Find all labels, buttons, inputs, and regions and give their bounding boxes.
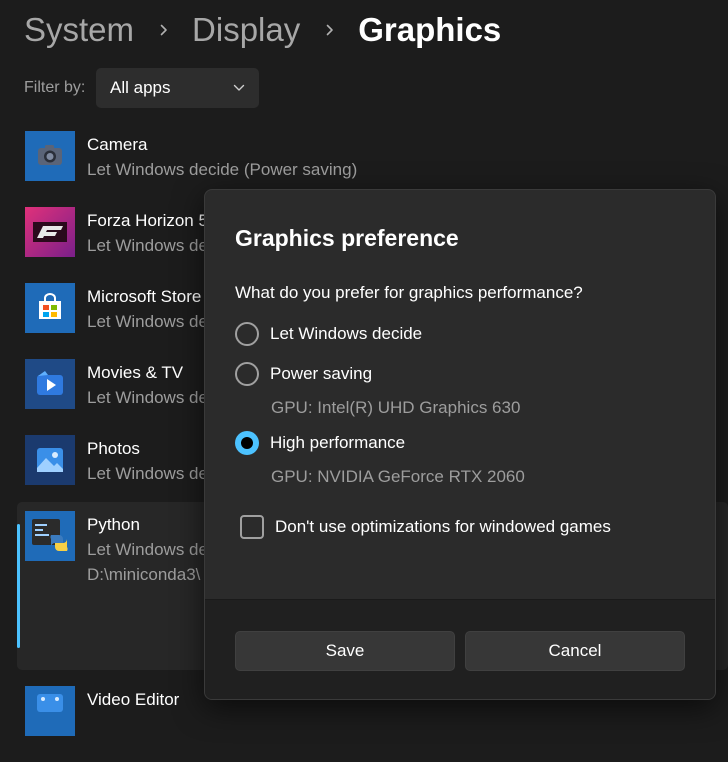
photos-icon bbox=[25, 435, 75, 485]
dialog-question: What do you prefer for graphics performa… bbox=[235, 283, 583, 302]
app-name: Video Editor bbox=[87, 690, 180, 709]
app-name: Camera bbox=[87, 135, 148, 154]
chevron-down-icon bbox=[233, 79, 245, 97]
radio-let-windows-decide[interactable]: Let Windows decide bbox=[235, 322, 422, 346]
selection-indicator bbox=[17, 524, 20, 648]
filter-label: Filter by: bbox=[24, 79, 86, 96]
graphics-preference-dialog: Graphics preference What do you prefer f… bbox=[204, 189, 716, 700]
filter-dropdown[interactable]: All apps bbox=[96, 68, 259, 108]
app-name: Forza Horizon 5 bbox=[87, 211, 208, 230]
breadcrumb: System Display Graphics bbox=[24, 6, 501, 54]
radio-label: Power saving bbox=[270, 364, 373, 383]
app-name: Photos bbox=[87, 439, 140, 458]
python-icon bbox=[25, 511, 75, 561]
radio-power-saving[interactable]: Power saving bbox=[235, 362, 372, 386]
radio-label: Let Windows decide bbox=[270, 324, 423, 343]
app-path: D:\miniconda3\ bbox=[87, 565, 201, 584]
gpu-info-power-saving: GPU: Intel(R) UHD Graphics 630 bbox=[271, 398, 521, 417]
breadcrumb-display[interactable]: Display bbox=[192, 11, 300, 49]
dialog-footer: Save Cancel bbox=[205, 599, 715, 699]
video-editor-icon bbox=[25, 686, 75, 736]
breadcrumb-system[interactable]: System bbox=[24, 11, 134, 49]
movies-icon bbox=[25, 359, 75, 409]
radio-button[interactable] bbox=[235, 322, 259, 346]
forza-icon bbox=[25, 207, 75, 257]
gpu-info-high-performance: GPU: NVIDIA GeForce RTX 2060 bbox=[271, 467, 525, 486]
windowed-games-checkbox-row[interactable]: Don't use optimizations for windowed gam… bbox=[240, 515, 611, 539]
checkbox-label: Don't use optimizations for windowed gam… bbox=[275, 517, 611, 536]
radio-button[interactable] bbox=[235, 362, 259, 386]
store-icon bbox=[25, 283, 75, 333]
chevron-right-icon bbox=[158, 24, 170, 36]
windowed-games-checkbox[interactable] bbox=[240, 515, 264, 539]
radio-label: High performance bbox=[270, 433, 406, 452]
app-name: Movies & TV bbox=[87, 363, 184, 382]
radio-high-performance[interactable]: High performance bbox=[235, 431, 405, 455]
filter-value: All apps bbox=[110, 78, 171, 97]
cancel-button[interactable]: Cancel bbox=[465, 631, 685, 671]
breadcrumb-graphics: Graphics bbox=[358, 11, 502, 48]
chevron-right-icon bbox=[324, 24, 336, 36]
app-status: Let Windows decide (Power saving) bbox=[87, 160, 358, 179]
app-name: Microsoft Store bbox=[87, 287, 202, 306]
save-button[interactable]: Save bbox=[235, 631, 455, 671]
camera-icon bbox=[25, 131, 75, 181]
app-name: Python bbox=[87, 515, 140, 534]
dialog-title: Graphics preference bbox=[235, 225, 459, 251]
radio-button-checked[interactable] bbox=[235, 431, 259, 455]
